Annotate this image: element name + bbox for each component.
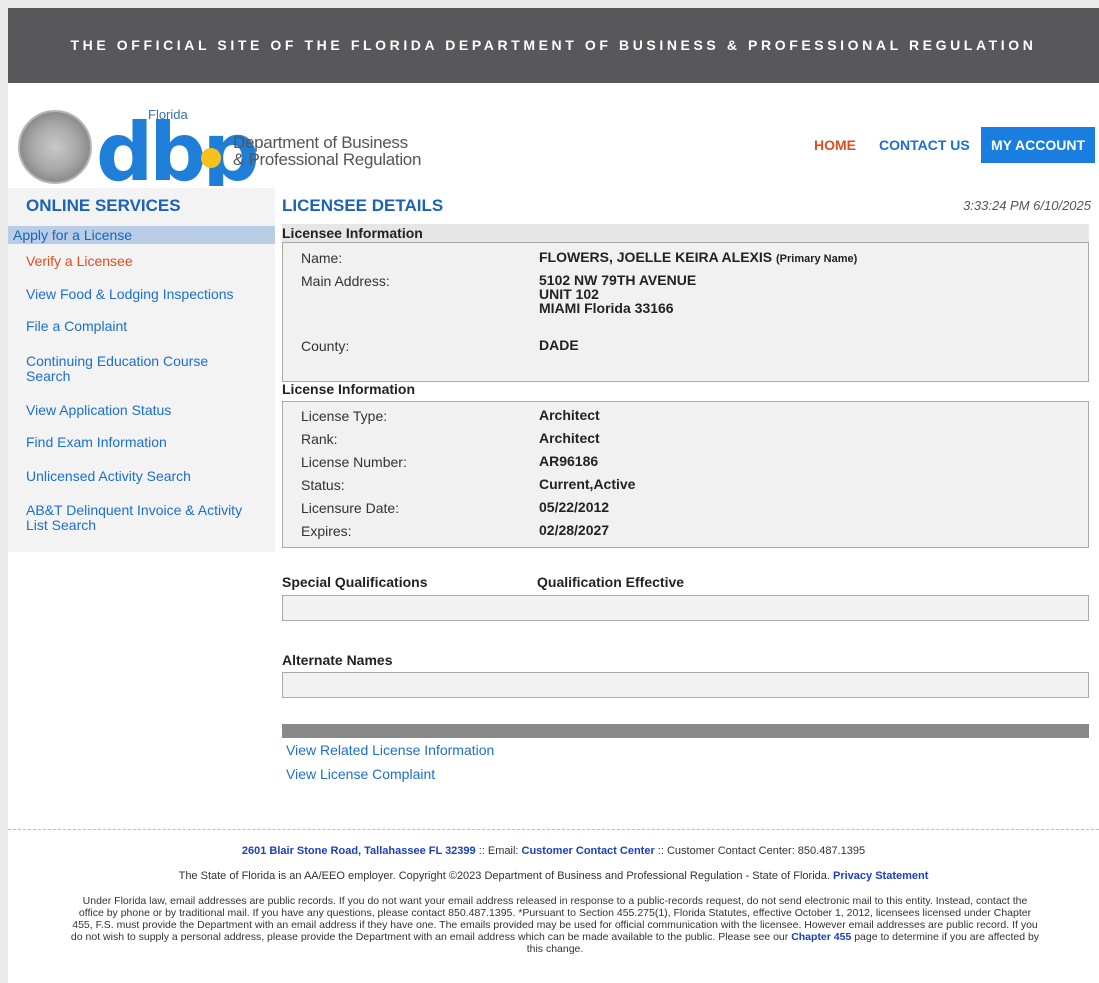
logo-wordmark: dbpr [96, 106, 256, 186]
nav-contact-link[interactable]: CONTACT US [879, 137, 970, 153]
alternate-names-box [282, 672, 1089, 698]
timestamp: 3:33:24 PM 6/10/2025 [963, 198, 1091, 213]
related-license-link[interactable]: View Related License Information [286, 742, 494, 758]
footer-divider [8, 829, 1099, 830]
address-value: 5102 NW 79TH AVENUE UNIT 102 MIAMI Flori… [539, 272, 697, 316]
chapter-455-link[interactable]: Chapter 455 [791, 931, 851, 943]
footer-copyright-line: The State of Florida is an AA/EEO employ… [178, 870, 929, 882]
sidebar-item-apply[interactable]: Apply for a License [8, 226, 275, 244]
sidebar-title: ONLINE SERVICES [26, 196, 181, 215]
status-value: Current,Active [539, 476, 636, 492]
sidebar-item-file-complaint[interactable]: File a Complaint [26, 319, 266, 334]
license-info-box: License Type: Architect Rank: Architect … [282, 401, 1089, 548]
licensure-date-value: 05/22/2012 [539, 499, 610, 515]
expires-value: 02/28/2027 [539, 522, 610, 538]
my-account-button[interactable]: MY ACCOUNT [981, 127, 1095, 163]
name-value: FLOWERS, JOELLE KEIRA ALEXIS (Primary Na… [539, 249, 858, 265]
license-type-value: Architect [539, 407, 600, 423]
sidebar-item-application-status[interactable]: View Application Status [26, 403, 266, 418]
license-number-value: AR96186 [539, 453, 599, 469]
county-label: County: [301, 338, 350, 354]
address-label: Main Address: [301, 273, 390, 289]
footer-address-link[interactable]: 2601 Blair Stone Road, Tallahassee FL 32… [242, 845, 476, 857]
page: THE OFFICIAL SITE OF THE FLORIDA DEPARTM… [8, 8, 1099, 983]
privacy-statement-link[interactable]: Privacy Statement [833, 870, 928, 882]
sidebar-item-label: Apply for a License [13, 227, 133, 243]
section-divider-bar [282, 724, 1089, 738]
footer-email-link[interactable]: Customer Contact Center [522, 845, 655, 857]
status-label: Status: [301, 477, 345, 493]
special-qualifications-box [282, 595, 1089, 621]
logo-sun-icon [201, 148, 221, 168]
license-number-label: License Number: [301, 454, 407, 470]
county-value: DADE [539, 337, 579, 353]
sidebar-item-verify-licensee[interactable]: Verify a Licensee [26, 254, 266, 269]
sidebar-item-ce-course-search[interactable]: Continuing Education Course Search [26, 354, 226, 384]
name-label: Name: [301, 250, 343, 266]
nav-home-link[interactable]: HOME [814, 137, 856, 153]
footer-contact-line: 2601 Blair Stone Road, Tallahassee FL 32… [241, 845, 866, 857]
logo-department-name: Department of Business & Professional Re… [233, 133, 422, 169]
sidebar-item-exam-info[interactable]: Find Exam Information [26, 435, 266, 450]
qualification-effective-header: Qualification Effective [537, 574, 685, 590]
licensee-info-header: Licensee Information [282, 224, 1089, 242]
license-type-label: License Type: [301, 408, 388, 424]
sidebar-item-food-lodging[interactable]: View Food & Lodging Inspections [26, 287, 266, 302]
rank-value: Architect [539, 430, 600, 446]
site-banner: THE OFFICIAL SITE OF THE FLORIDA DEPARTM… [8, 8, 1099, 83]
rank-label: Rank: [301, 431, 338, 447]
florida-seal-icon [18, 110, 92, 184]
alternate-names-header: Alternate Names [282, 652, 393, 668]
page-title: LICENSEE DETAILS [282, 196, 444, 215]
special-qualifications-header: Special Qualifications Qualification Eff… [282, 574, 685, 590]
expires-label: Expires: [301, 523, 352, 539]
footer-legal-notice: Under Florida law, email addresses are p… [70, 895, 1040, 955]
license-complaint-link[interactable]: View License Complaint [286, 766, 435, 782]
dbpr-logo[interactable]: Florida dbpr [96, 106, 256, 186]
sidebar-item-unlicensed-activity[interactable]: Unlicensed Activity Search [26, 469, 266, 484]
licensee-info-box: Name: FLOWERS, JOELLE KEIRA ALEXIS (Prim… [282, 242, 1089, 382]
sidebar-item-abt-invoice[interactable]: AB&T Delinquent Invoice & Activity List … [26, 503, 266, 533]
licensure-date-label: Licensure Date: [301, 500, 400, 516]
license-info-header: License Information [282, 381, 416, 397]
